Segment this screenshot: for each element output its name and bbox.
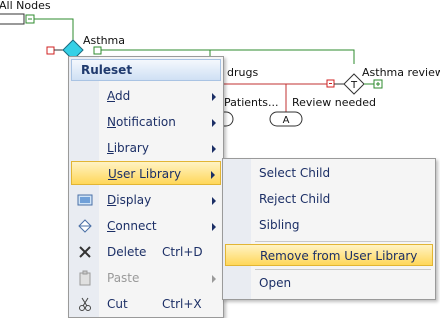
menu-item-paste[interactable]: Paste: [71, 266, 221, 290]
connect-icon: [78, 219, 92, 233]
display-icon: [77, 194, 93, 206]
all-nodes-node[interactable]: [0, 13, 25, 25]
all-nodes-label: All Nodes: [0, 0, 51, 12]
asthma-left-port[interactable]: [46, 46, 55, 55]
delete-icon: [79, 246, 91, 258]
submenu-item-sibling[interactable]: Sibling: [225, 214, 433, 236]
t-node-label: T: [350, 80, 358, 91]
cut-icon: [79, 297, 91, 311]
submenu-item-open[interactable]: Open: [225, 272, 433, 294]
menu-item-display[interactable]: Display: [71, 188, 221, 212]
submenu-item-label: Sibling: [259, 218, 300, 232]
menu-item-delete[interactable]: Delete Ctrl+D: [71, 240, 221, 264]
menu-header-title: Ruleset: [81, 63, 133, 77]
drugs-label: drugs: [227, 66, 259, 79]
a-node-label: A: [283, 115, 290, 126]
submenu-separator: [255, 269, 431, 270]
menu-item-label: Add: [107, 89, 131, 103]
menu-item-label: Library: [107, 141, 149, 155]
submenu-item-label: Open: [259, 276, 292, 290]
menu-item-label: User Library: [108, 167, 182, 181]
menu-item-label: Delete: [107, 245, 147, 259]
submenu-arrow-icon: [212, 93, 216, 101]
menu-item-label: Paste: [107, 271, 140, 285]
submenu-item-label: Reject Child: [259, 192, 331, 206]
paste-icon: [79, 270, 91, 286]
submenu-arrow-icon: [212, 275, 216, 283]
submenu-item-label: Select Child: [259, 166, 331, 180]
menu-item-label: Connect: [107, 219, 157, 233]
connector-line: [34, 18, 74, 40]
submenu-separator: [255, 241, 431, 242]
asthma-review-label: Asthma review: [362, 66, 440, 79]
menu-item-library[interactable]: Library: [71, 136, 221, 160]
submenu-arrow-icon: [212, 197, 216, 205]
connector-line: [210, 49, 355, 64]
menu-item-user-library[interactable]: User Library: [71, 161, 221, 185]
menu-item-label: Display: [107, 193, 152, 207]
submenu-item-remove-from-user-library[interactable]: Remove from User Library: [225, 244, 433, 266]
menu-item-cut[interactable]: Cut Ctrl+X: [71, 292, 221, 316]
submenu-arrow-icon: [211, 171, 215, 179]
submenu-arrow-icon: [212, 145, 216, 153]
asthma-label: Asthma: [83, 34, 125, 47]
submenu-item-label: Remove from User Library: [260, 249, 418, 263]
user-library-submenu: Select Child Reject Child Sibling Remove…: [222, 158, 436, 300]
review-needed-label: Review needed: [292, 96, 376, 109]
submenu-arrow-icon: [212, 119, 216, 127]
menu-header: Ruleset: [71, 59, 221, 81]
menu-item-notification[interactable]: Notification: [71, 110, 221, 134]
context-menu: Ruleset Add Notification Library User Li…: [68, 56, 224, 318]
submenu-item-reject-child[interactable]: Reject Child: [225, 188, 433, 210]
submenu-arrow-icon: [212, 223, 216, 231]
patients-label: Patients...: [224, 96, 279, 109]
menu-item-connect[interactable]: Connect: [71, 214, 221, 238]
menu-item-add[interactable]: Add: [71, 84, 221, 108]
submenu-item-select-child[interactable]: Select Child: [225, 162, 433, 184]
shortcut-label: Ctrl+D: [162, 245, 203, 259]
menu-item-label: Notification: [107, 115, 176, 129]
